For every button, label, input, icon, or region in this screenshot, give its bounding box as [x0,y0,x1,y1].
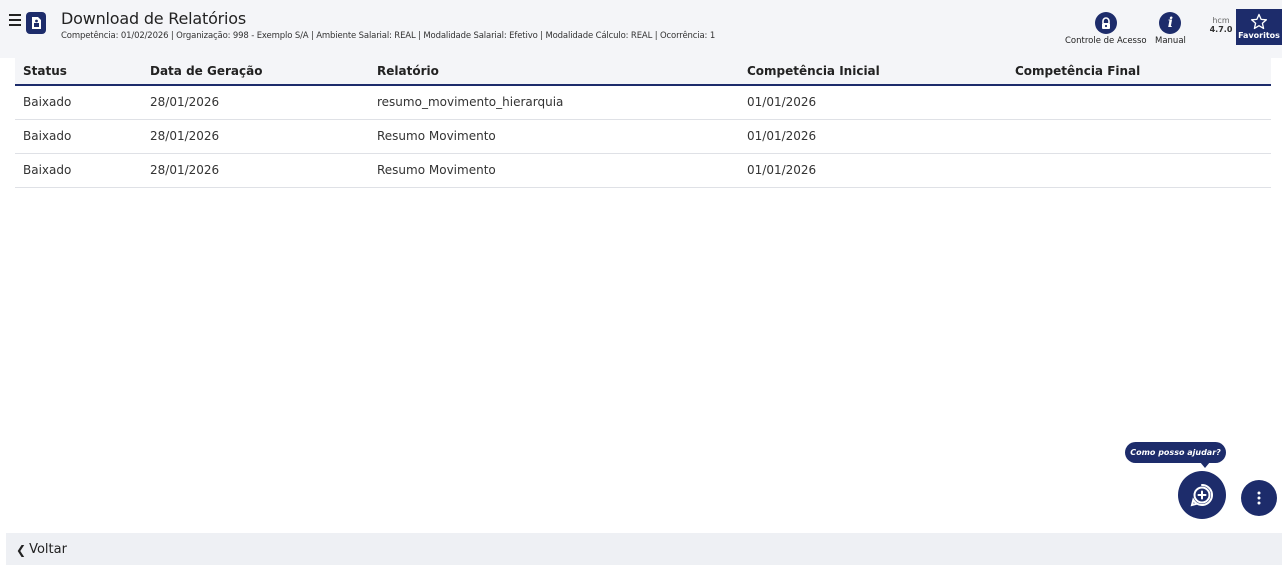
star-icon [1250,13,1268,30]
cell-end [1007,153,1271,188]
table-row[interactable]: Baixado 28/01/2026 Resumo Movimento 01/0… [15,153,1271,188]
cell-status: Baixado [15,85,142,120]
report-document-icon [26,12,46,34]
version-number: 4.7.0 [1209,25,1233,34]
column-header-generated-on[interactable]: Data de Geração [142,58,369,86]
cell-end [1007,85,1271,120]
cell-start: 01/01/2026 [739,153,1007,188]
chevron-left-icon: ❮ [16,542,27,557]
cell-report[interactable]: resumo_movimento_hierarquia [369,85,739,120]
manual-label: Manual [1155,36,1186,46]
column-header-status[interactable]: Status [15,58,142,86]
column-header-end[interactable]: Competência Final [1007,58,1271,86]
hamburger-icon[interactable] [9,14,21,28]
lock-icon [1094,12,1117,34]
cell-start: 01/01/2026 [739,119,1007,154]
assistant-button[interactable] [1178,471,1226,519]
back-label: Voltar [29,542,67,557]
cell-status: Baixado [15,119,142,154]
manual-button[interactable]: i Manual [1155,12,1186,46]
context-info: Competência: 01/02/2026 | Organização: 9… [61,31,716,41]
page-title: Download de Relatórios [61,9,247,28]
assistant-prompt-bubble[interactable]: Como posso ajudar? [1125,442,1226,468]
reports-table: Status Data de Geração Relatório Competê… [15,58,1271,188]
column-header-start[interactable]: Competência Inicial [739,58,1007,86]
cell-status: Baixado [15,153,142,188]
table-row[interactable]: Baixado 28/01/2026 Resumo Movimento 01/0… [15,119,1271,154]
back-button[interactable]: ❮ Voltar [16,542,67,557]
more-options-button[interactable] [1241,480,1277,516]
table-header-row: Status Data de Geração Relatório Competê… [15,58,1271,86]
info-icon: i [1159,12,1182,34]
app-header: Download de Relatórios Competência: 01/0… [0,0,1282,58]
cell-generated-on: 28/01/2026 [142,119,369,154]
access-control-button[interactable]: Controle de Acesso [1065,12,1147,46]
table-row[interactable]: Baixado 28/01/2026 resumo_movimento_hier… [15,85,1271,120]
cell-end [1007,119,1271,154]
version-app: hcm [1212,16,1230,25]
version-info: hcm 4.7.0 [1206,16,1236,34]
favorites-button[interactable]: Favoritos [1236,9,1282,45]
cell-generated-on: 28/01/2026 [142,85,369,120]
access-control-label: Controle de Acesso [1065,36,1147,46]
footer-bar: ❮ Voltar [6,533,1282,565]
cell-report[interactable]: Resumo Movimento [369,153,739,188]
favorites-label: Favoritos [1238,31,1280,40]
cell-generated-on: 28/01/2026 [142,153,369,188]
chat-plus-icon [1190,484,1214,507]
column-header-report[interactable]: Relatório [369,58,739,86]
cell-start: 01/01/2026 [739,85,1007,120]
cell-report[interactable]: Resumo Movimento [369,119,739,154]
vertical-dots-icon [1257,491,1261,505]
